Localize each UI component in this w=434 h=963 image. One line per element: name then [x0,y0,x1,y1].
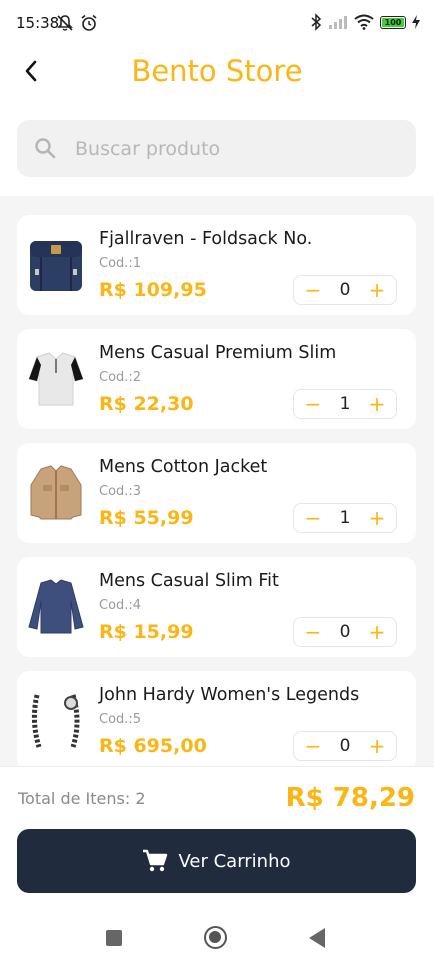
product-price: R$ 55,99 [99,507,194,529]
wifi-icon [354,14,374,30]
quantity-value: 1 [339,508,351,528]
quantity-value: 1 [339,394,351,414]
product-code: Cod.:5 [99,712,142,727]
product-code: Cod.:3 [99,484,142,499]
product-price: R$ 695,00 [99,735,207,757]
product-price: R$ 109,95 [99,279,207,301]
quantity-stepper: − 0 + [293,731,397,761]
product-name: John Hardy Women's Legends [99,685,360,705]
product-card[interactable]: Mens Casual Premium Slim Cod.:2 R$ 22,30… [17,329,416,429]
cart-summary: Total de Itens: 2 R$ 78,29 Ver Carrinho [0,766,434,909]
product-image-backpack [30,241,82,291]
product-name: Mens Casual Slim Fit [99,571,279,591]
total-items-label: Total de Itens: 2 [18,789,146,808]
page-title: Bento Store [131,54,303,88]
product-code: Cod.:4 [99,598,142,613]
increase-quantity-button[interactable]: + [362,732,392,760]
product-image-jacket [30,465,82,520]
charging-icon [412,15,420,29]
view-cart-label: Ver Carrinho [178,850,291,872]
product-name: Fjallraven - Foldsack No. [99,229,313,249]
shopping-cart-icon [143,849,168,872]
quantity-value: 0 [339,622,351,642]
product-price: R$ 15,99 [99,621,194,643]
increase-quantity-button[interactable]: + [362,276,392,304]
product-name: Mens Cotton Jacket [99,457,268,477]
app-bar: Bento Store [0,46,434,108]
total-value: R$ 78,29 [285,783,415,813]
product-code: Cod.:2 [99,370,142,385]
status-right-icons: 100 [310,13,420,31]
status-time: 15:38 [16,14,60,32]
quantity-stepper: − 0 + [293,275,397,305]
battery-level: 100 [382,17,404,27]
product-image-bracelet [31,694,80,748]
increase-quantity-button[interactable]: + [362,618,392,646]
notifications-off-icon [57,15,73,31]
product-name: Mens Casual Premium Slim [99,343,337,363]
search-input[interactable] [75,120,395,177]
product-image-tshirt [28,352,84,406]
product-card[interactable]: Mens Casual Slim Fit Cod.:4 R$ 15,99 − 0… [17,557,416,657]
signal-icon [329,16,347,29]
quantity-stepper: − 1 + [293,503,397,533]
status-bar: 15:38 100 [0,0,434,46]
home-button[interactable] [204,926,227,949]
view-cart-button[interactable]: Ver Carrinho [17,829,416,893]
quantity-value: 0 [339,736,351,756]
quantity-value: 0 [339,280,351,300]
quantity-stepper: − 0 + [293,617,397,647]
system-nav-bar [0,909,434,963]
bluetooth-icon [311,13,322,31]
search-area [0,108,434,196]
alarm-icon [81,14,97,31]
increase-quantity-button[interactable]: + [362,390,392,418]
quantity-stepper: − 1 + [293,389,397,419]
system-back-button[interactable] [309,928,325,948]
status-left-icons [56,14,98,32]
increase-quantity-button[interactable]: + [362,504,392,532]
search-box[interactable] [17,120,416,177]
product-image-longsleeve [28,579,84,634]
recents-button[interactable] [106,930,122,946]
product-card[interactable]: Fjallraven - Foldsack No. Cod.:1 R$ 109,… [17,215,416,315]
product-price: R$ 22,30 [99,393,194,415]
product-card[interactable]: Mens Cotton Jacket Cod.:3 R$ 55,99 − 1 + [17,443,416,543]
product-card[interactable]: John Hardy Women's Legends Cod.:5 R$ 695… [17,671,416,766]
search-icon [35,138,56,159]
battery-icon: 100 [380,15,406,29]
product-list: Fjallraven - Foldsack No. Cod.:1 R$ 109,… [0,196,434,766]
product-code: Cod.:1 [99,256,142,271]
